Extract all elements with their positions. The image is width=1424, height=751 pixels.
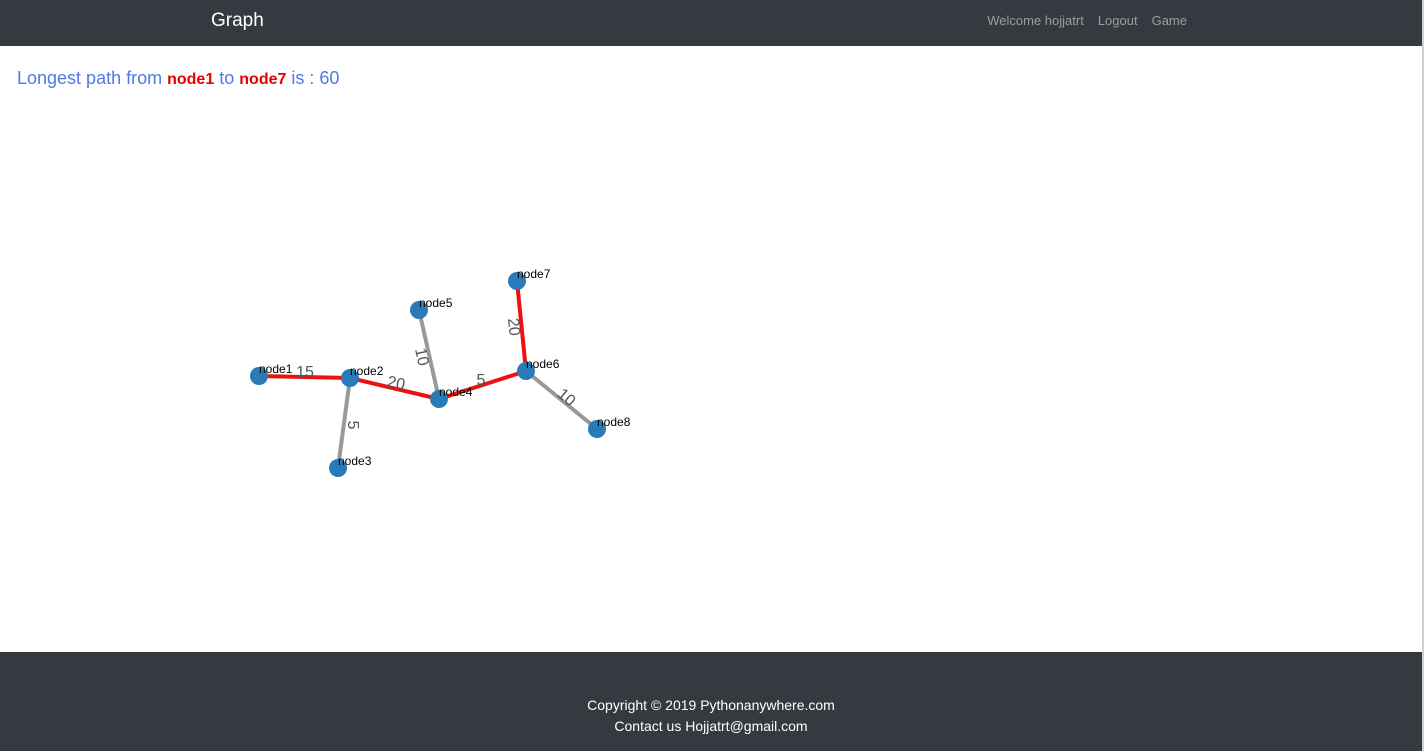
- graph-node-label-node5: node5: [419, 296, 453, 310]
- graph-node-label-node6: node6: [526, 357, 560, 371]
- graph-node-label-node1: node1: [259, 362, 293, 376]
- nav-links: Welcome hojjatrt Logout Game: [987, 13, 1187, 29]
- welcome-user-link[interactable]: Welcome hojjatrt: [987, 13, 1084, 29]
- brand-link[interactable]: Graph: [211, 10, 264, 32]
- edge-weight-node1-node2: 15: [296, 364, 314, 381]
- copyright-text: Copyright © 2019 Pythonanywhere.com: [587, 697, 835, 713]
- graph-node-label-node7: node7: [517, 267, 551, 281]
- top-navbar: Graph Welcome hojjatrt Logout Game: [0, 0, 1422, 46]
- edge-weight-node6-node7: 20: [504, 317, 523, 337]
- logout-link[interactable]: Logout: [1098, 13, 1138, 29]
- edge-weight-node2-node4: 20: [386, 374, 407, 394]
- graph-node-label-node3: node3: [338, 454, 372, 468]
- graph-node-label-node2: node2: [350, 364, 384, 378]
- graph-node-label-node4: node4: [439, 385, 473, 399]
- edge-weight-node2-node3: 5: [344, 421, 361, 430]
- edge-weight-node4-node6: 5: [477, 372, 486, 389]
- footer: Copyright © 2019 Pythonanywhere.com Cont…: [0, 652, 1422, 751]
- edge-weights-layer: 155201052010: [296, 317, 578, 429]
- edge-weight-node4-node5: 10: [411, 346, 431, 367]
- game-link[interactable]: Game: [1152, 13, 1187, 29]
- edge-weight-node6-node8: 10: [554, 386, 579, 411]
- graph-canvas: 155201052010 node1 node2node3node4node5no…: [250, 267, 631, 477]
- contact-text: Contact us Hojjatrt@gmail.com: [614, 718, 808, 734]
- graph-node-label-node8: node8: [597, 415, 631, 429]
